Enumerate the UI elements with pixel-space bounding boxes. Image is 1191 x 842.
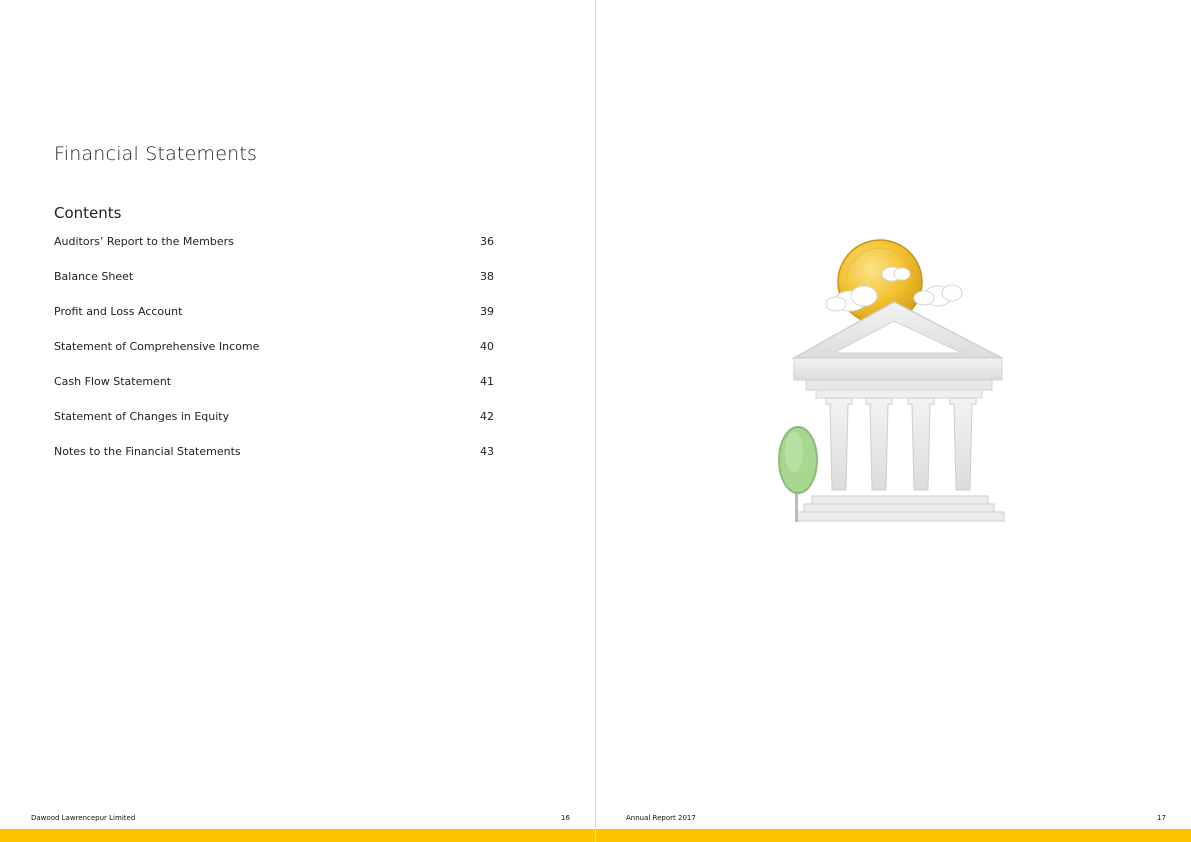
footer-company: Dawood Lawrencepur Limited [31, 814, 136, 822]
toc-item-balance-sheet[interactable]: Balance Sheet 38 [54, 270, 494, 305]
bank-roof [791, 301, 1003, 399]
bank-base [795, 495, 1005, 522]
toc-item-label: Statement of Comprehensive Income [54, 340, 260, 353]
contents-heading: Contents [54, 204, 122, 222]
toc-item-changes-in-equity[interactable]: Statement of Changes in Equity 42 [54, 410, 494, 445]
toc-item-label: Balance Sheet [54, 270, 134, 283]
toc-item-auditors-report[interactable]: Auditors’ Report to the Members 36 [54, 235, 494, 270]
toc-item-page: 40 [480, 340, 494, 353]
left-page: Financial Statements Contents Auditors’ … [0, 0, 595, 842]
toc-item-label: Notes to the Financial Statements [54, 445, 241, 458]
footer-accent-bar [596, 829, 1191, 842]
toc-item-label: Statement of Changes in Equity [54, 410, 230, 423]
toc-item-page: 41 [480, 375, 494, 388]
toc-item-cash-flow[interactable]: Cash Flow Statement 41 [54, 375, 494, 410]
toc-item-page: 39 [480, 305, 494, 318]
page-title: Financial Statements [54, 143, 258, 165]
toc-item-page: 36 [480, 235, 494, 248]
toc-item-profit-loss[interactable]: Profit and Loss Account 39 [54, 305, 494, 340]
toc-item-label: Cash Flow Statement [54, 375, 172, 388]
toc-item-notes[interactable]: Notes to the Financial Statements 43 [54, 445, 494, 480]
toc-item-page: 38 [480, 270, 494, 283]
toc-item-label: Auditors’ Report to the Members [54, 235, 234, 248]
toc-item-comprehensive-income[interactable]: Statement of Comprehensive Income 40 [54, 340, 494, 375]
right-page: Annual Report 2017 17 [596, 0, 1191, 842]
toc-item-page: 43 [480, 445, 494, 458]
toc-item-label: Profit and Loss Account [54, 305, 183, 318]
footer-report-title: Annual Report 2017 [626, 814, 696, 822]
footer-accent-bar [0, 829, 595, 842]
bank-building-illustration [778, 239, 1005, 522]
bank-columns [825, 397, 977, 491]
footer-page-number: 17 [1157, 814, 1166, 822]
toc-item-page: 42 [480, 410, 494, 423]
footer-page-number: 16 [561, 814, 570, 822]
table-of-contents: Auditors’ Report to the Members 36 Balan… [54, 235, 494, 480]
